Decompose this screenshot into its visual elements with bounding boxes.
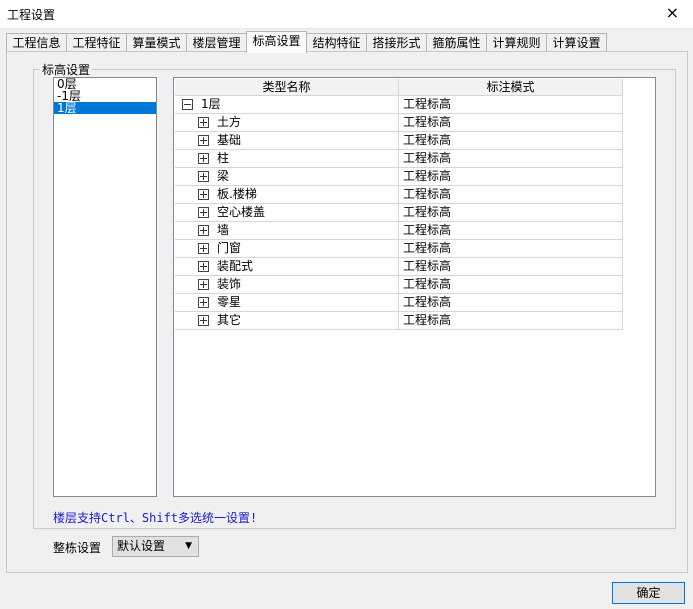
expand-icon[interactable] <box>198 279 209 290</box>
table-row[interactable]: 门窗 工程标高 <box>175 240 623 258</box>
type-name-text: 装饰 <box>217 277 242 291</box>
type-name-text: 柱 <box>217 151 230 165</box>
chevron-down-icon: ▼ <box>185 541 192 551</box>
type-name-cell[interactable]: 装配式 <box>175 258 399 276</box>
whole-building-label: 整栋设置 <box>53 541 102 555</box>
tab-structure-features[interactable]: 结构特征 <box>306 33 367 52</box>
expand-icon[interactable] <box>198 117 209 128</box>
table-row[interactable]: 1层 工程标高 <box>175 96 623 114</box>
title-bar: 工程设置 × <box>0 0 693 29</box>
label-mode-cell[interactable]: 工程标高 <box>399 276 623 294</box>
type-name-cell[interactable]: 梁 <box>175 168 399 186</box>
table-row[interactable]: 土方 工程标高 <box>175 114 623 132</box>
window-title: 工程设置 <box>7 8 56 22</box>
multi-select-hint: 楼层支持Ctrl、Shift多选统一设置! <box>53 511 258 525</box>
type-name-text: 基础 <box>217 133 242 147</box>
label-mode-cell[interactable]: 工程标高 <box>399 96 623 114</box>
label-mode-cell[interactable]: 工程标高 <box>399 150 623 168</box>
expand-icon[interactable] <box>198 189 209 200</box>
type-name-text: 装配式 <box>217 259 254 273</box>
type-name-text: 其它 <box>217 313 242 327</box>
table-row[interactable]: 基础 工程标高 <box>175 132 623 150</box>
tab-floor-management[interactable]: 楼层管理 <box>186 33 247 52</box>
label-mode-cell[interactable]: 工程标高 <box>399 114 623 132</box>
type-name-cell[interactable]: 空心楼盖 <box>175 204 399 222</box>
type-name-text: 门窗 <box>217 241 242 255</box>
label-mode-cell[interactable]: 工程标高 <box>399 312 623 330</box>
type-name-cell[interactable]: 基础 <box>175 132 399 150</box>
table-row[interactable]: 板.楼梯 工程标高 <box>175 186 623 204</box>
table-row[interactable]: 装配式 工程标高 <box>175 258 623 276</box>
label-mode-cell[interactable]: 工程标高 <box>399 168 623 186</box>
expand-icon[interactable] <box>198 171 209 182</box>
type-name-cell[interactable]: 1层 <box>175 96 399 114</box>
expand-icon[interactable] <box>198 315 209 326</box>
table-row[interactable]: 空心楼盖 工程标高 <box>175 204 623 222</box>
type-name-text: 梁 <box>217 169 230 183</box>
expand-icon[interactable] <box>198 207 209 218</box>
type-name-cell[interactable]: 柱 <box>175 150 399 168</box>
tab-lap-form[interactable]: 搭接形式 <box>366 33 427 52</box>
whole-building-select-value: 默认设置 <box>117 539 166 553</box>
type-name-cell[interactable]: 其它 <box>175 312 399 330</box>
type-name-text: 墙 <box>217 223 230 237</box>
type-name-text: 零星 <box>217 295 242 309</box>
type-name-cell[interactable]: 门窗 <box>175 240 399 258</box>
column-header-label-mode[interactable]: 标注模式 <box>399 79 623 96</box>
type-name-cell[interactable]: 装饰 <box>175 276 399 294</box>
type-name-cell[interactable]: 板.楼梯 <box>175 186 399 204</box>
ok-button[interactable]: 确定 <box>612 582 685 604</box>
grid-header: 类型名称 标注模式 <box>175 79 623 96</box>
table-row[interactable]: 装饰 工程标高 <box>175 276 623 294</box>
type-name-text: 空心楼盖 <box>217 205 266 219</box>
table-row[interactable]: 梁 工程标高 <box>175 168 623 186</box>
whole-building-select[interactable]: 默认设置 ▼ <box>112 536 199 557</box>
elevation-grid[interactable]: 类型名称 标注模式 1层 工程标高 土方 工程标高 基础 工程标高柱工程标高梁工程标高 板.… <box>173 77 656 497</box>
collapse-icon[interactable] <box>182 99 193 110</box>
table-row[interactable]: 柱 工程标高 <box>175 150 623 168</box>
tab-project-features[interactable]: 工程特征 <box>66 33 127 52</box>
label-mode-cell[interactable]: 工程标高 <box>399 132 623 150</box>
expand-icon[interactable] <box>198 135 209 146</box>
floor-list[interactable]: 0层 -1层 1层 <box>53 77 157 497</box>
table-row[interactable]: 墙 工程标高 <box>175 222 623 240</box>
tab-project-info[interactable]: 工程信息 <box>6 33 67 52</box>
tab-stirrup-props[interactable]: 箍筋属性 <box>426 33 487 52</box>
floor-item-1[interactable]: 1层 <box>54 102 156 114</box>
label-mode-cell[interactable]: 工程标高 <box>399 204 623 222</box>
table-row[interactable]: 其它 工程标高 <box>175 312 623 330</box>
expand-icon[interactable] <box>198 297 209 308</box>
label-mode-cell[interactable]: 工程标高 <box>399 240 623 258</box>
type-name-cell[interactable]: 墙 <box>175 222 399 240</box>
table-row[interactable]: 零星 工程标高 <box>175 294 623 312</box>
label-mode-cell[interactable]: 工程标高 <box>399 222 623 240</box>
tab-elevation-settings[interactable]: 标高设置 <box>246 31 307 53</box>
label-mode-cell[interactable]: 工程标高 <box>399 186 623 204</box>
type-name-cell[interactable]: 零星 <box>175 294 399 312</box>
group-label: 标高设置 <box>40 61 93 78</box>
tab-calc-rules[interactable]: 计算规则 <box>486 33 547 52</box>
expand-icon[interactable] <box>198 243 209 254</box>
column-header-type-name[interactable]: 类型名称 <box>175 79 399 96</box>
expand-icon[interactable] <box>198 153 209 164</box>
expand-icon[interactable] <box>198 225 209 236</box>
label-mode-cell[interactable]: 工程标高 <box>399 294 623 312</box>
type-name-text: 1层 <box>201 97 221 111</box>
expand-icon[interactable] <box>198 261 209 272</box>
tab-calc-settings[interactable]: 计算设置 <box>546 33 607 52</box>
type-name-cell[interactable]: 土方 <box>175 114 399 132</box>
label-mode-cell[interactable]: 工程标高 <box>399 258 623 276</box>
tab-calc-mode[interactable]: 算量模式 <box>126 33 187 52</box>
type-name-text: 土方 <box>217 115 242 129</box>
type-name-text: 板.楼梯 <box>217 187 257 201</box>
close-icon[interactable]: × <box>666 3 679 23</box>
